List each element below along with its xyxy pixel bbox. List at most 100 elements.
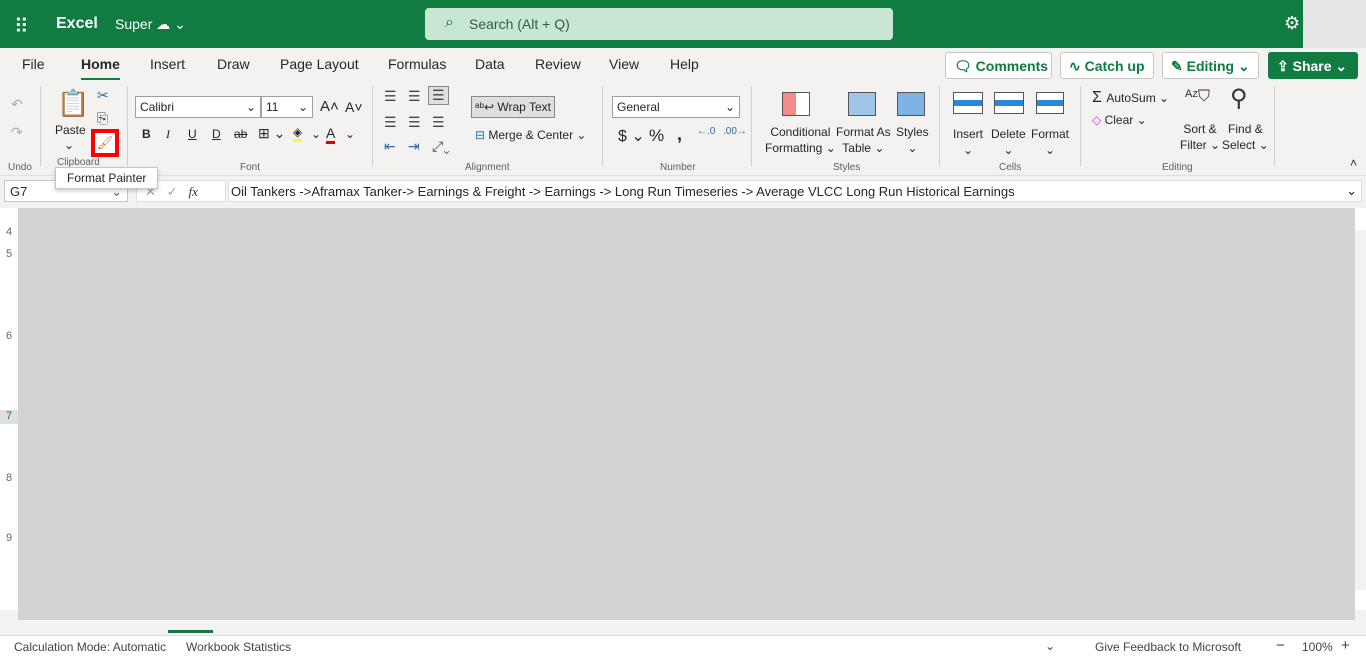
font-name-dropdown[interactable]: Calibri ⌄	[135, 96, 261, 118]
comments-button[interactable]: 🗨 Comments	[945, 52, 1052, 79]
delete-button[interactable]: Delete ⌄	[991, 126, 1026, 158]
borders-icon[interactable]: ⊞ ⌄	[258, 125, 285, 142]
zoom-out-icon[interactable]: −	[1276, 637, 1285, 654]
tab-draw[interactable]: Draw	[217, 56, 250, 72]
sort-filter-button[interactable]: Sort & Filter ⌄	[1180, 121, 1220, 153]
paste-icon[interactable]: 📋	[57, 88, 89, 119]
calculation-mode[interactable]: Calculation Mode: Automatic	[14, 640, 166, 654]
font-size-dropdown[interactable]: 11 ⌄	[261, 96, 313, 118]
decrease-font-icon[interactable]: A˅	[345, 99, 363, 115]
underline-button[interactable]: U	[188, 127, 197, 141]
expand-formula-icon[interactable]: ⌄	[1346, 183, 1357, 199]
enter-icon[interactable]: ✓	[167, 184, 178, 199]
tab-help[interactable]: Help	[670, 56, 699, 72]
align-top-icon[interactable]: ☰	[384, 88, 397, 105]
wrap-text-button[interactable]: ᵃᵇ↩ Wrap Text	[471, 96, 555, 118]
insert-label: Insert	[953, 127, 984, 141]
chevron-down-icon[interactable]: ⌄	[311, 127, 321, 141]
row-header[interactable]: 5	[0, 248, 18, 260]
row-header[interactable]: 8	[0, 472, 18, 484]
align-middle-icon[interactable]: ☰	[408, 88, 421, 105]
styles-label: Styles	[896, 125, 929, 139]
paste-button[interactable]: Paste	[55, 123, 86, 137]
collapse-ribbon-icon[interactable]: ˄	[1350, 156, 1357, 170]
merge-center-button[interactable]: ⊟ Merge & Center ⌄	[475, 128, 586, 142]
find-select-button[interactable]: Find & Select ⌄	[1222, 121, 1269, 153]
zoom-in-icon[interactable]: +	[1341, 637, 1350, 654]
tab-home[interactable]: Home	[81, 56, 120, 81]
increase-indent-icon[interactable]: ⇥	[408, 138, 420, 155]
align-left-icon[interactable]: ☰	[384, 114, 397, 131]
tab-insert[interactable]: Insert	[150, 56, 185, 72]
chevron-down-icon[interactable]: ⌄	[345, 127, 355, 141]
comma-style-button[interactable]: ,	[677, 124, 682, 145]
format-button[interactable]: Format ⌄	[1031, 126, 1069, 158]
divider	[939, 86, 940, 166]
share-label: Share	[1292, 58, 1332, 74]
strikethrough-button[interactable]: ab	[234, 127, 247, 141]
find-label-1: Find &	[1228, 122, 1263, 136]
sigma-icon: Σ	[1092, 89, 1107, 106]
find-icon: ⚲	[1230, 85, 1248, 112]
share-button[interactable]: ⇪ Share ⌄	[1268, 52, 1358, 79]
row-header[interactable]: 9	[0, 532, 18, 544]
styles-button[interactable]: Styles ⌄	[896, 124, 929, 156]
copy-icon[interactable]: ⎘	[97, 110, 108, 127]
insert-button[interactable]: Insert ⌄	[953, 126, 983, 158]
double-underline-button[interactable]: D	[212, 127, 221, 141]
editing-mode-button[interactable]: ✎ Editing ⌄	[1162, 52, 1259, 79]
decrease-decimal-icon[interactable]: .00→	[723, 126, 747, 137]
paste-chevron-icon[interactable]: ⌄	[64, 138, 74, 152]
clear-button[interactable]: ◇ Clear ⌄	[1092, 113, 1147, 127]
formula-value: Oil Tankers ->Aframax Tanker-> Earnings …	[231, 184, 1015, 199]
tab-data[interactable]: Data	[475, 56, 505, 72]
fill-color-icon[interactable]: ◈	[293, 125, 303, 142]
increase-decimal-icon[interactable]: ←.0	[697, 126, 715, 137]
orientation-icon[interactable]: ⤢⌄	[432, 138, 450, 155]
percent-button[interactable]: %	[649, 126, 664, 146]
app-launcher-icon[interactable]: ⠿	[14, 14, 29, 39]
chevron-down-icon[interactable]: ⌄	[1045, 639, 1055, 653]
wrap-text-label: Wrap Text	[497, 100, 551, 114]
increase-font-icon[interactable]: A˄	[320, 98, 339, 115]
undo-icon[interactable]: ↶	[11, 96, 23, 113]
row-header[interactable]: 6	[0, 330, 18, 342]
align-center-icon[interactable]: ☰	[408, 114, 421, 131]
catch-up-button[interactable]: ∿ Catch up	[1060, 52, 1154, 79]
vertical-scrollbar[interactable]	[1355, 230, 1366, 590]
italic-button[interactable]: I	[166, 127, 170, 142]
number-format-dropdown[interactable]: General ⌄	[612, 96, 740, 118]
app-name[interactable]: Excel	[56, 15, 98, 33]
row-header[interactable]: 4	[0, 226, 18, 238]
document-name[interactable]: Super ☁ ⌄	[115, 16, 186, 33]
font-color-icon[interactable]: A	[326, 125, 336, 144]
tab-formulas[interactable]: Formulas	[388, 56, 446, 72]
autosum-button[interactable]: Σ AutoSum ⌄	[1092, 89, 1169, 107]
search-box[interactable]: ⌕ Search (Alt + Q)	[425, 8, 893, 40]
autosum-label: AutoSum	[1106, 91, 1156, 105]
feedback-link[interactable]: Give Feedback to Microsoft	[1095, 640, 1241, 654]
editing-group-label: Editing	[1162, 162, 1193, 173]
row-header[interactable]: 7	[0, 410, 18, 424]
align-right-icon[interactable]: ☰	[432, 114, 445, 131]
formula-input[interactable]: Oil Tankers ->Aframax Tanker-> Earnings …	[228, 180, 1362, 202]
format-painter-button[interactable]: 🖌	[91, 129, 119, 157]
conditional-formatting-button[interactable]: Conditional Formatting ⌄	[765, 124, 836, 156]
workbook-statistics[interactable]: Workbook Statistics	[186, 640, 291, 654]
chevron-down-icon: ⌄	[245, 100, 256, 114]
align-bottom-icon[interactable]: ☰	[428, 86, 449, 105]
function-icon[interactable]: fx	[189, 184, 198, 199]
redo-icon[interactable]: ↷	[11, 124, 23, 141]
tab-view[interactable]: View	[609, 56, 639, 72]
tab-page-layout[interactable]: Page Layout	[280, 56, 359, 72]
tab-file[interactable]: File	[22, 56, 45, 72]
settings-icon[interactable]: ⚙	[1284, 13, 1300, 34]
cut-icon[interactable]: ✂	[97, 87, 109, 104]
divider	[751, 86, 752, 166]
tab-review[interactable]: Review	[535, 56, 581, 72]
decrease-indent-icon[interactable]: ⇤	[384, 138, 396, 155]
zoom-level[interactable]: 100%	[1302, 640, 1333, 654]
currency-button[interactable]: $ ⌄	[618, 126, 645, 146]
format-as-table-button[interactable]: Format As Table ⌄	[836, 124, 891, 156]
bold-button[interactable]: B	[142, 127, 151, 141]
